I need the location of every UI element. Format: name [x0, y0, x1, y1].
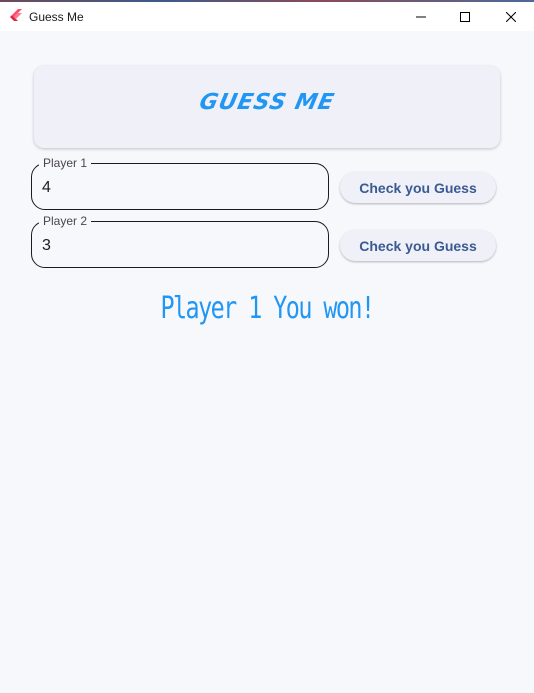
player-1-check-guess-button[interactable]: Check you Guess	[340, 172, 496, 203]
maximize-button[interactable]	[442, 2, 488, 31]
minimize-button[interactable]	[398, 2, 444, 31]
player-2-input[interactable]	[42, 235, 312, 257]
flutter-app-icon	[10, 9, 22, 21]
player-1-guess-field[interactable]: Player 1	[31, 156, 329, 210]
player-2-guess-field[interactable]: Player 2	[31, 214, 329, 268]
player-2-check-guess-button[interactable]: Check you Guess	[340, 230, 496, 261]
player-2-label: Player 2	[39, 214, 92, 228]
title-bar[interactable]: Guess Me	[0, 2, 534, 31]
close-button[interactable]	[488, 2, 534, 31]
maximize-icon	[460, 11, 470, 22]
player-1-label: Player 1	[39, 156, 92, 170]
player-1-input[interactable]	[42, 177, 312, 199]
header-card: GUESS ME	[34, 66, 500, 148]
app-heading: GUESS ME	[197, 90, 337, 115]
close-icon	[506, 11, 516, 22]
app-window: Guess Me GUESS ME Player 1 Check you Gue…	[0, 0, 534, 693]
window-title: Guess Me	[29, 10, 84, 24]
result-message: Player 1 You won!	[160, 291, 376, 326]
minimize-icon	[416, 16, 426, 17]
